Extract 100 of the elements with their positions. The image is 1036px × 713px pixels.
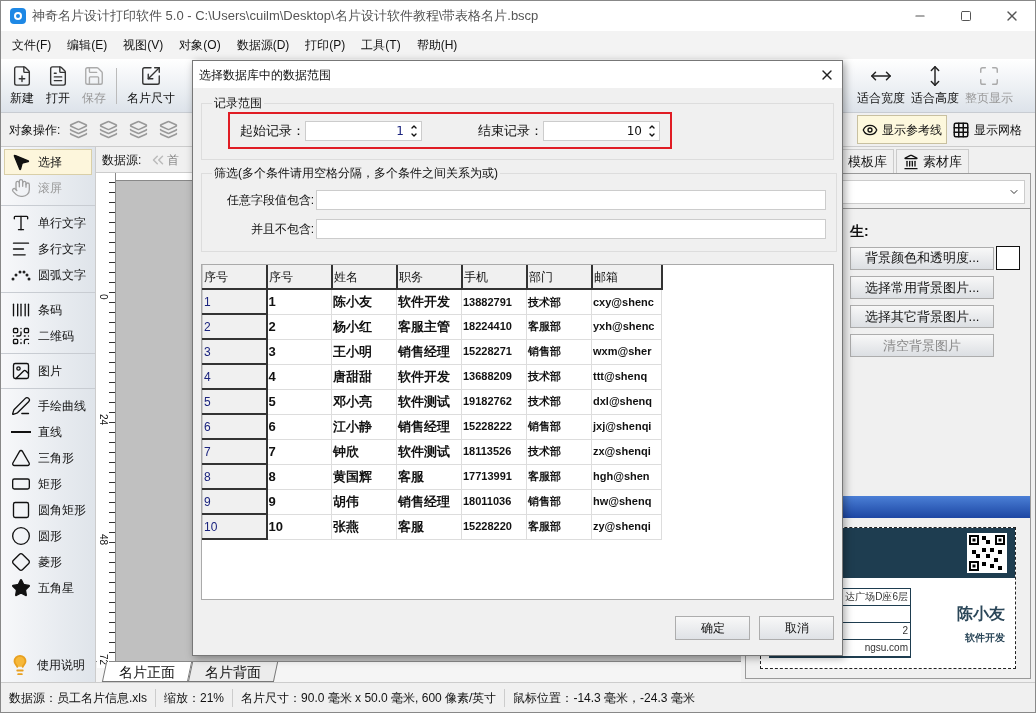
table-cell: 客服部 [526,314,592,339]
row-header[interactable]: 10 [202,514,267,539]
tool-button[interactable]: 圆弧文字 [4,262,92,288]
end-record-spinner[interactable]: 10 [543,120,660,141]
tool-button[interactable]: 菱形 [4,549,92,575]
diamond-icon [11,552,31,572]
excludes-label: 并且不包含: [249,221,314,238]
dialog-button[interactable]: 确定 [675,615,750,640]
background-button[interactable]: 背景颜色和透明度... [850,246,994,270]
background-button[interactable]: 选择常用背景图片... [850,276,994,299]
view-toggle[interactable]: 显示网格 [947,115,1027,144]
table-cell: 15228220 [461,514,527,539]
column-header[interactable]: 序号 [266,265,332,289]
pointer-icon [11,152,31,172]
toolbar-button[interactable]: 打开 [40,61,76,110]
background-button[interactable]: 选择其它背景图片... [850,305,994,328]
menu-item[interactable]: 打印(P) [297,36,354,54]
start-record-spinner[interactable]: 1 [305,120,422,141]
dotted-arc-icon [11,269,31,281]
table-cell: dxl@shenq [591,389,662,414]
building-icon [903,153,919,170]
card-table-cell: 达广场D座6层 [845,592,908,602]
table-cell: cxy@shenc [591,289,662,314]
row-header[interactable]: 9 [202,489,267,514]
column-header[interactable]: 手机 [461,265,527,289]
row-header[interactable]: 7 [202,439,267,464]
dialog-button[interactable]: 取消 [759,615,834,640]
dialog-title: 选择数据库中的数据范围 [199,66,331,84]
table-cell: 王小明 [331,339,397,364]
tool-button[interactable]: 单行文字 [4,210,92,236]
column-header[interactable]: 姓名 [331,265,397,289]
table-cell: 19182762 [461,389,527,414]
tool-button[interactable]: 多行文字 [4,236,92,262]
status-text: 数据源：员工名片信息.xls [8,689,148,707]
tool-button[interactable]: 直线 [4,419,92,445]
row-header[interactable]: 4 [202,364,267,389]
column-header[interactable]: 部门 [526,265,592,289]
tool-button[interactable]: 二维码 [4,323,92,349]
view-toggle[interactable]: 显示参考线 [857,115,947,144]
table-cell: wxm@sher [591,339,662,364]
row-header[interactable]: 5 [202,389,267,414]
row-header[interactable]: 2 [202,314,267,339]
group-legend: 筛选(多个条件请用空格分隔，多个条件之间关系为或) [212,164,500,182]
help-button[interactable]: 使用说明 [4,650,92,680]
tool-button[interactable]: 图片 [4,358,92,384]
resize-icon [140,64,162,87]
table-cell: 客服部 [526,464,592,489]
tool-button[interactable]: 矩形 [4,471,92,497]
table-cell: 杨小红 [331,314,397,339]
row-header[interactable]: 6 [202,414,267,439]
tool-button[interactable]: 五角星 [4,575,92,601]
toolbar-button[interactable]: 新建 [4,61,40,110]
grid-icon [952,120,970,139]
menu-item[interactable]: 视图(V) [115,36,172,54]
table-cell: 3 [266,339,332,364]
tool-button[interactable]: 圆形 [4,523,92,549]
toolbar-button[interactable]: 适合宽度 [854,61,908,110]
tool-button[interactable]: 手绘曲线 [4,393,92,419]
tool-button[interactable]: 选择 [4,149,92,175]
excludes-field[interactable] [316,219,826,239]
menu-item[interactable]: 帮助(H) [408,36,466,54]
table-cell: yxh@shenc [591,314,662,339]
group-legend: 记录范围 [212,94,264,112]
row-header[interactable]: 8 [202,464,267,489]
table-cell: 软件测试 [396,439,462,464]
menu-item[interactable]: 编辑(E) [59,36,116,54]
tool-button[interactable]: 圆角矩形 [4,497,92,523]
contains-field[interactable] [316,190,826,210]
menu-item[interactable]: 对象(O) [171,36,229,54]
table-cell: 4 [266,364,332,389]
menu-item[interactable]: 工具(T) [353,36,409,54]
maximize-icon [960,10,972,22]
library-tab[interactable]: 模板库 [841,149,894,173]
page-tab[interactable]: 名片背面 [187,662,279,682]
table-cell: 销售经理 [396,489,462,514]
table-cell: 客服部 [526,514,592,539]
library-tab[interactable]: 素材库 [896,149,969,173]
table-cell: 邓小亮 [331,389,397,414]
column-header[interactable]: 邮箱 [591,265,662,289]
table-cell: 江小静 [331,414,397,439]
table-cell: 17713991 [461,464,527,489]
column-header[interactable]: 职务 [396,265,462,289]
row-header[interactable]: 1 [202,289,267,314]
menu-item[interactable]: 数据源(D) [228,36,298,54]
line-icon [11,431,31,433]
color-swatch[interactable] [996,246,1020,270]
tool-button[interactable]: 三角形 [4,445,92,471]
toolbar-button[interactable]: 适合高度 [908,61,962,110]
ruler-label: 48 [97,534,109,548]
table-cell: 软件开发 [396,289,462,314]
tool-button[interactable]: 条码 [4,297,92,323]
end-record-label: 结束记录： [478,121,544,140]
table-cell: 8 [266,464,332,489]
table-cell: 1 [266,289,332,314]
column-header[interactable]: 序号 [202,265,267,289]
qr-code-icon [11,326,31,346]
menu-item[interactable]: 文件(F) [4,36,60,54]
toolbar-button[interactable]: 名片尺寸 [121,61,181,110]
row-header[interactable]: 3 [202,339,267,364]
card-job-title: 软件开发 [965,630,1005,645]
